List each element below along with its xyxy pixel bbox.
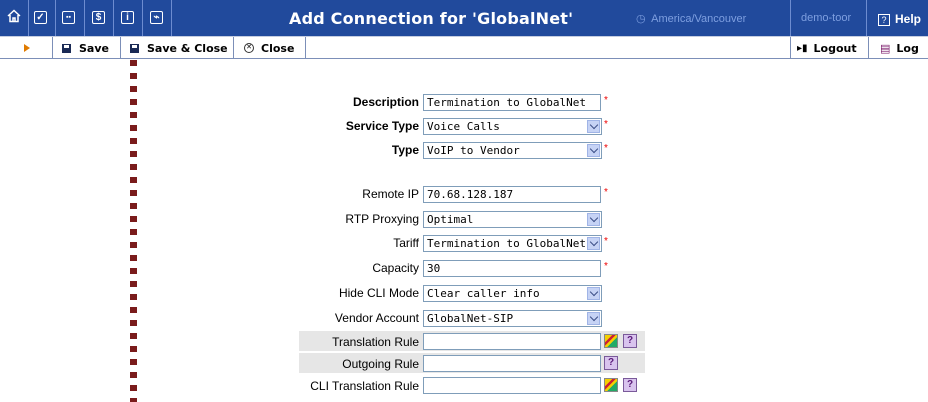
remote-ip-input[interactable]: 70.68.128.187 bbox=[423, 186, 601, 203]
required-marker: * bbox=[604, 119, 608, 130]
chart-icon[interactable]: ⌁ bbox=[150, 11, 163, 24]
close-icon: ✕ bbox=[244, 43, 254, 53]
rtp-proxying-label: RTP Proxying bbox=[345, 212, 419, 226]
page-title: Add Connection for 'GlobalNet' bbox=[289, 9, 574, 28]
service-type-value: Voice Calls bbox=[427, 120, 500, 133]
vendor-account-value: GlobalNet-SIP bbox=[427, 312, 514, 325]
separator bbox=[866, 0, 867, 36]
dotted-divider bbox=[130, 60, 137, 402]
type-value: VoIP to Vendor bbox=[427, 144, 520, 157]
vendor-account-label: Vendor Account bbox=[334, 311, 419, 325]
dropdown-arrow-icon bbox=[587, 144, 600, 157]
dollar-icon[interactable]: $ bbox=[92, 11, 105, 24]
timezone-label: America/Vancouver bbox=[651, 13, 747, 25]
capacity-label: Capacity bbox=[372, 261, 419, 275]
rtp-proxying-value: Optimal bbox=[427, 213, 474, 226]
toolbar: Save Save & Close ✕ Close ▸▮ Logout ▤ Log bbox=[0, 36, 928, 59]
translation-rule-input[interactable] bbox=[423, 333, 601, 350]
separator bbox=[120, 37, 121, 59]
separator bbox=[55, 0, 56, 36]
separator bbox=[233, 37, 234, 59]
save-label: Save bbox=[79, 41, 109, 55]
required-marker: * bbox=[604, 143, 608, 154]
checklist-icon[interactable]: ✓ bbox=[34, 11, 47, 24]
help-label: Help bbox=[895, 12, 922, 26]
separator bbox=[305, 37, 306, 59]
description-input[interactable]: Termination to GlobalNet bbox=[423, 94, 601, 111]
play-arrow-icon bbox=[24, 44, 30, 52]
dropdown-arrow-icon bbox=[587, 287, 600, 300]
separator bbox=[868, 37, 869, 59]
home-icon[interactable] bbox=[7, 9, 21, 23]
required-marker: * bbox=[604, 187, 608, 198]
required-marker: * bbox=[604, 95, 608, 106]
save-close-button[interactable]: Save & Close bbox=[130, 37, 228, 59]
log-button[interactable]: ▤ Log bbox=[880, 37, 919, 59]
service-type-label: Service Type bbox=[345, 119, 419, 133]
rtp-proxying-select[interactable]: Optimal bbox=[423, 211, 602, 228]
description-label: Description bbox=[352, 95, 419, 109]
hide-cli-mode-select[interactable]: Clear caller info bbox=[423, 285, 602, 302]
separator bbox=[28, 0, 29, 36]
separator bbox=[113, 0, 114, 36]
tariff-label: Tariff bbox=[393, 236, 419, 250]
help-icon: ? bbox=[878, 14, 890, 26]
outgoing-rule-label: Outgoing Rule bbox=[342, 357, 419, 371]
clock-icon: ◷ bbox=[636, 13, 646, 25]
grid-icon[interactable]: ▪▪ bbox=[62, 11, 75, 24]
type-select[interactable]: VoIP to Vendor bbox=[423, 142, 602, 159]
timezone-link[interactable]: ◷ America/Vancouver bbox=[636, 12, 746, 25]
translation-rule-label: Translation Rule bbox=[332, 335, 419, 349]
cli-translation-rule-input[interactable] bbox=[423, 377, 601, 394]
service-type-select[interactable]: Voice Calls bbox=[423, 118, 602, 135]
log-icon: ▤ bbox=[880, 41, 891, 55]
hide-cli-mode-value: Clear caller info bbox=[427, 287, 540, 300]
tariff-value: Termination to GlobalNet bbox=[427, 237, 586, 250]
expand-button[interactable] bbox=[24, 37, 30, 59]
close-label: Close bbox=[261, 41, 295, 55]
floppy-disk-icon bbox=[62, 43, 71, 53]
vendor-account-select[interactable]: GlobalNet-SIP bbox=[423, 310, 602, 327]
user-name[interactable]: demo-toor bbox=[801, 12, 851, 24]
help-question-icon[interactable]: ? bbox=[623, 378, 637, 392]
logout-icon: ▸▮ bbox=[797, 42, 808, 54]
capacity-input[interactable]: 30 bbox=[423, 260, 601, 277]
close-button[interactable]: ✕ Close bbox=[244, 37, 294, 59]
separator bbox=[142, 0, 143, 36]
help-question-icon[interactable]: ? bbox=[604, 356, 618, 370]
dropdown-arrow-icon bbox=[587, 120, 600, 133]
floppy-disk-icon bbox=[130, 43, 139, 53]
separator bbox=[790, 37, 791, 59]
log-label: Log bbox=[896, 41, 919, 55]
save-button[interactable]: Save bbox=[62, 37, 109, 59]
type-label: Type bbox=[391, 143, 419, 157]
logout-button[interactable]: ▸▮ Logout bbox=[797, 37, 857, 59]
separator bbox=[84, 0, 85, 36]
remote-ip-label: Remote IP bbox=[362, 187, 419, 201]
required-marker: * bbox=[604, 236, 608, 247]
tariff-select[interactable]: Termination to GlobalNet bbox=[423, 235, 602, 252]
dropdown-arrow-icon bbox=[587, 213, 600, 226]
separator bbox=[790, 0, 791, 36]
info-icon[interactable]: i bbox=[121, 11, 134, 24]
separator bbox=[52, 37, 53, 59]
outgoing-rule-input[interactable] bbox=[423, 355, 601, 372]
dropdown-arrow-icon bbox=[587, 312, 600, 325]
hide-cli-mode-label: Hide CLI Mode bbox=[338, 286, 419, 300]
logout-label: Logout bbox=[813, 41, 857, 55]
cli-translation-rule-label: CLI Translation Rule bbox=[310, 379, 419, 393]
dropdown-arrow-icon bbox=[587, 237, 600, 250]
help-question-icon[interactable]: ? bbox=[623, 334, 637, 348]
rule-wizard-icon[interactable] bbox=[604, 378, 618, 392]
separator bbox=[171, 0, 172, 36]
rule-wizard-icon[interactable] bbox=[604, 334, 618, 348]
save-close-label: Save & Close bbox=[147, 41, 228, 55]
help-button[interactable]: ? Help bbox=[878, 12, 921, 26]
top-bar: ✓ ▪▪ $ i ⌁ Add Connection for 'GlobalNet… bbox=[0, 0, 928, 36]
required-marker: * bbox=[604, 261, 608, 272]
